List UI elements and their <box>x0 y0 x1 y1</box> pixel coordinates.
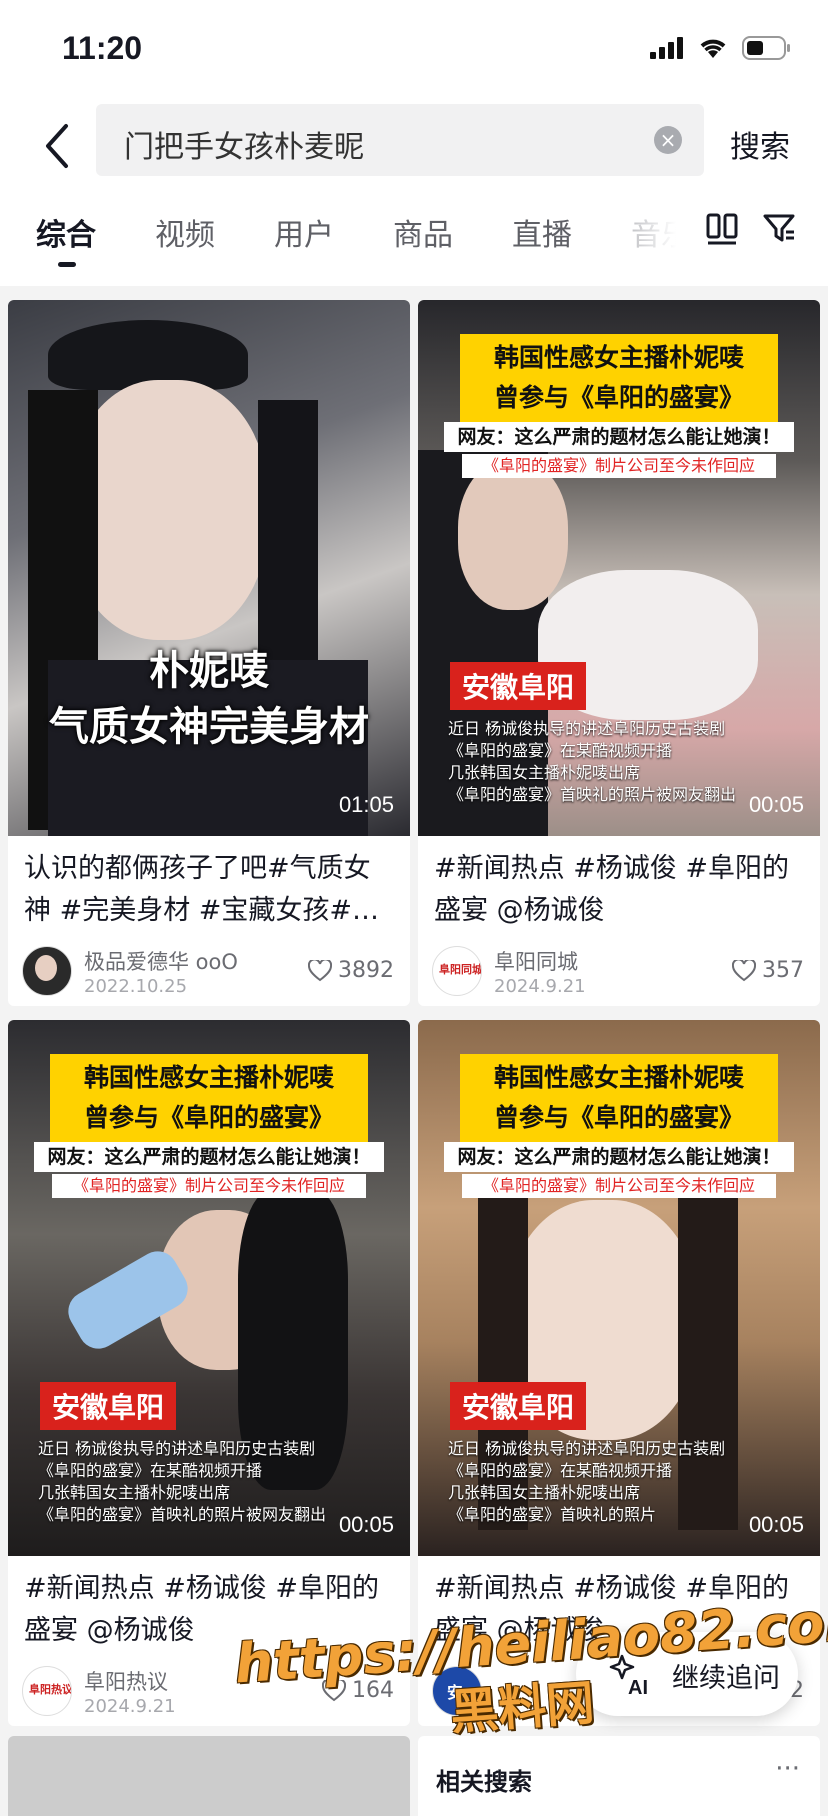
location-tag: 安徽阜阳 <box>450 1382 587 1430</box>
location-tag: 安徽阜阳 <box>450 662 587 710</box>
headline-banner: 韩国性感女主播朴妮唛 曾参与《阜阳的盛宴》 <box>460 1054 778 1142</box>
subheadline: 网友：这么严肃的题材怎么能让她演！ <box>444 1142 794 1172</box>
avatar[interactable]: 阜阳同城 <box>432 946 482 996</box>
post-date: 2022.10.25 <box>84 976 188 997</box>
video-card[interactable]: 韩国性感女主播朴妮唛 曾参与《阜阳的盛宴》 网友：这么严肃的题材怎么能让她演！ … <box>418 300 820 1006</box>
video-duration: 00:05 <box>338 1512 394 1537</box>
video-card-partial[interactable] <box>8 1736 410 1816</box>
news-text: 近日 杨诚俊执导的讲述阜阳历史古装剧 《阜阳的盛宴》在某酷视频开播 几张韩国女主播… <box>448 719 737 804</box>
subheadline-red: 《阜阳的盛宴》制片公司至今未作回应 <box>462 454 776 478</box>
layout-toggle-icon[interactable] <box>706 210 738 246</box>
location-tag: 安徽阜阳 <box>40 1382 177 1430</box>
signal-icon <box>650 37 683 59</box>
author-name[interactable]: 极品爱德华 ooO <box>84 946 238 976</box>
wifi-icon <box>700 39 726 58</box>
tab-users[interactable]: 用户 <box>274 210 334 254</box>
watermark-name: 黑料网 <box>448 1675 597 1741</box>
back-icon[interactable] <box>38 114 78 178</box>
clear-icon[interactable]: × <box>654 126 682 154</box>
overlay-subtitle: 气质女神完美身材 <box>49 704 369 750</box>
video-caption[interactable]: 认识的都俩孩子了吧#气质女神 #完美身材 #宝藏女孩#朴… <box>24 848 394 932</box>
search-button[interactable]: 搜索 <box>730 122 790 166</box>
video-thumbnail[interactable]: 韩国性感女主播朴妮唛 曾参与《阜阳的盛宴》 网友：这么严肃的题材怎么能让她演！ … <box>8 1020 410 1556</box>
author-name[interactable]: 阜阳热议 <box>84 1666 168 1696</box>
tab-bar: 综合 视频 用户 商品 直播 音乐 <box>0 196 828 286</box>
headline-banner: 韩国性感女主播朴妮唛 曾参与《阜阳的盛宴》 <box>50 1054 368 1142</box>
news-text: 近日 杨诚俊执导的讲述阜阳历史古装剧 《阜阳的盛宴》在某酷视频开播 几张韩国女主播… <box>448 1439 726 1524</box>
search-bar: 门把手女孩朴麦昵 × 搜索 <box>0 100 828 196</box>
heart-icon <box>308 959 332 981</box>
more-icon[interactable]: ··· <box>775 1754 800 1784</box>
video-duration: 00:05 <box>748 1512 804 1537</box>
subheadline: 网友：这么严肃的题材怎么能让她演！ <box>34 1142 384 1172</box>
video-duration: 00:05 <box>748 792 804 817</box>
video-card[interactable]: 韩国性感女主播朴妮唛 曾参与《阜阳的盛宴》 网友：这么严肃的题材怎么能让她演！ … <box>8 1020 410 1726</box>
active-tab-indicator <box>58 262 76 267</box>
tab-live[interactable]: 直播 <box>512 210 572 254</box>
tab-video[interactable]: 视频 <box>155 210 215 254</box>
filter-icon[interactable] <box>762 210 796 246</box>
post-date: 2024.9.21 <box>494 976 586 997</box>
heart-icon <box>732 959 756 981</box>
author-name[interactable]: 阜阳同城 <box>494 946 578 976</box>
news-text: 近日 杨诚俊执导的讲述阜阳历史古装剧 《阜阳的盛宴》在某酷视频开播 几张韩国女主播… <box>38 1439 327 1524</box>
subheadline-red: 《阜阳的盛宴》制片公司至今未作回应 <box>52 1174 366 1198</box>
battery-icon <box>742 36 790 60</box>
author-row[interactable]: 极品爱德华 ooO 2022.10.25 3892 <box>22 946 398 997</box>
tab-products[interactable]: 商品 <box>393 210 453 254</box>
video-duration: 01:05 <box>338 792 394 817</box>
overlay-title: 朴妮唛 <box>149 648 269 694</box>
video-thumbnail[interactable]: 朴妮唛 气质女神完美身材 01:05 <box>8 300 410 836</box>
subheadline-red: 《阜阳的盛宴》制片公司至今未作回应 <box>462 1174 776 1198</box>
search-query: 门把手女孩朴麦昵 <box>124 130 364 165</box>
related-searches[interactable]: 相关搜索 ··· <box>418 1736 820 1816</box>
tab-comprehensive[interactable]: 综合 <box>36 210 96 254</box>
clock: 11:20 <box>62 30 143 66</box>
video-card[interactable]: 朴妮唛 气质女神完美身材 01:05 认识的都俩孩子了吧#气质女神 #完美身材 … <box>8 300 410 1006</box>
video-thumbnail[interactable]: 韩国性感女主播朴妮唛 曾参与《阜阳的盛宴》 网友：这么严肃的题材怎么能让她演！ … <box>418 1020 820 1556</box>
like-count[interactable]: 3892 <box>308 958 394 983</box>
subheadline: 网友：这么严肃的题材怎么能让她演！ <box>444 422 794 452</box>
post-date: 2024.9.21 <box>84 1696 176 1717</box>
status-bar: 11:20 <box>0 0 828 100</box>
avatar[interactable] <box>22 946 72 996</box>
video-caption[interactable]: #新闻热点 #杨诚俊 #阜阳的盛宴 @杨诚俊 <box>434 848 804 932</box>
author-row[interactable]: 阜阳同城 阜阳同城 2024.9.21 357 <box>432 946 808 997</box>
search-input[interactable]: 门把手女孩朴麦昵 × <box>96 104 704 176</box>
headline-banner: 韩国性感女主播朴妮唛 曾参与《阜阳的盛宴》 <box>460 334 778 422</box>
like-count[interactable]: 357 <box>732 958 804 983</box>
avatar[interactable]: 阜阳热议 <box>22 1666 72 1716</box>
svg-text:AI: AI <box>628 1677 648 1699</box>
video-thumbnail[interactable]: 韩国性感女主播朴妮唛 曾参与《阜阳的盛宴》 网友：这么严肃的题材怎么能让她演！ … <box>418 300 820 836</box>
